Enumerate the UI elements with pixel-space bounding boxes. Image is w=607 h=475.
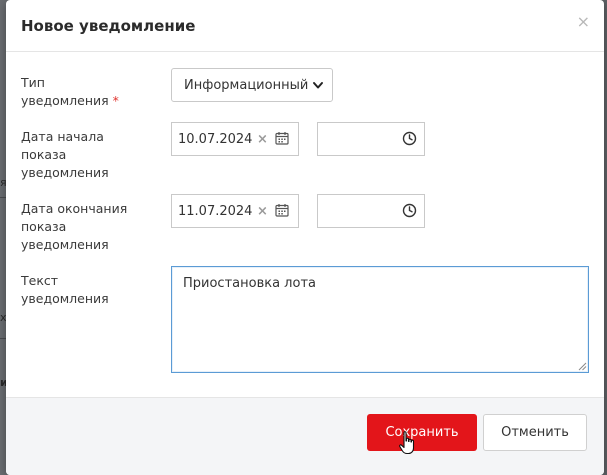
hand-cursor-icon bbox=[399, 431, 415, 455]
cancel-button[interactable]: Отменить bbox=[483, 414, 587, 451]
type-select-value: Информационный bbox=[184, 78, 309, 93]
type-label-line: Тип bbox=[21, 75, 45, 90]
text-label-line: Текст bbox=[21, 273, 59, 288]
modal-footer: Сохранить Отменить bbox=[6, 397, 604, 475]
type-select[interactable]: Информационный bbox=[171, 68, 333, 102]
notification-text-area[interactable]: Приостановка лота bbox=[171, 266, 589, 373]
clock-icon[interactable] bbox=[402, 131, 417, 146]
end-date-value: 11.07.2024 bbox=[178, 204, 253, 219]
start-date-input[interactable]: 10.07.2024 × bbox=[171, 122, 299, 156]
start-date-label-line: Дата начала bbox=[21, 129, 104, 144]
chevron-down-icon bbox=[313, 82, 323, 89]
modal-header: Новое уведомление × bbox=[6, 0, 604, 52]
end-date-label-line: уведомления bbox=[21, 237, 109, 252]
calendar-icon[interactable] bbox=[275, 131, 289, 145]
text-label-line: уведомления bbox=[21, 291, 109, 306]
start-date-value: 10.07.2024 bbox=[178, 132, 253, 147]
end-date-input[interactable]: 11.07.2024 × bbox=[171, 194, 299, 228]
start-date-label-line: показа bbox=[21, 147, 67, 162]
start-date-label: Дата начала показа уведомления bbox=[21, 128, 151, 182]
required-mark: * bbox=[112, 93, 119, 108]
type-label: Тип уведомления * bbox=[21, 74, 151, 110]
clear-end-date-icon[interactable]: × bbox=[257, 204, 268, 219]
start-date-label-line: уведомления bbox=[21, 165, 109, 180]
clock-icon[interactable] bbox=[402, 203, 417, 218]
text-label: Текст уведомления bbox=[21, 272, 151, 308]
clear-start-date-icon[interactable]: × bbox=[257, 132, 268, 147]
modal-title: Новое уведомление bbox=[21, 17, 196, 35]
type-label-line: уведомления bbox=[21, 93, 109, 108]
end-date-label-line: показа bbox=[21, 219, 67, 234]
end-date-label-line: Дата окончания bbox=[21, 201, 128, 216]
calendar-icon[interactable] bbox=[275, 203, 289, 217]
notification-text-value: Приостановка лота bbox=[183, 276, 316, 291]
save-button[interactable]: Сохранить bbox=[367, 414, 477, 451]
resize-grip-icon[interactable] bbox=[578, 362, 587, 371]
close-button[interactable]: × bbox=[577, 14, 590, 30]
start-time-input[interactable] bbox=[317, 122, 425, 156]
notification-modal: Новое уведомление × Тип уведомления * Инф… bbox=[6, 0, 604, 475]
end-time-input[interactable] bbox=[317, 194, 425, 228]
end-date-label: Дата окончания показа уведомления bbox=[21, 200, 151, 254]
